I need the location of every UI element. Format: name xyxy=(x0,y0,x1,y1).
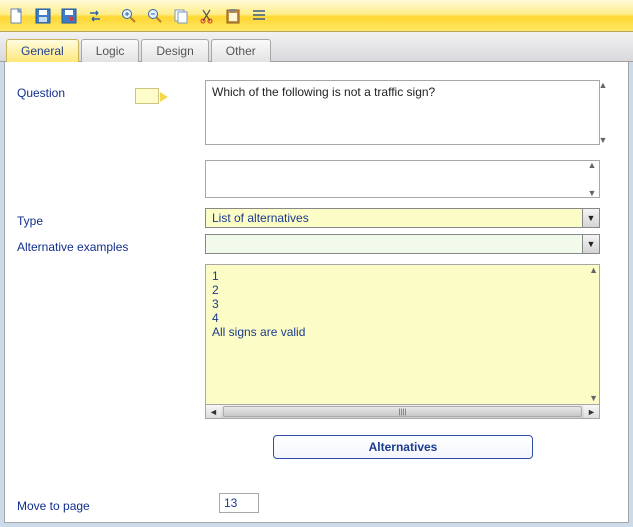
hscroll-thumb[interactable] xyxy=(223,406,582,417)
question-scroll-down-icon[interactable]: ▼ xyxy=(596,136,610,144)
swap-icon[interactable] xyxy=(84,5,106,27)
tab-logic[interactable]: Logic xyxy=(81,39,140,62)
tab-general[interactable]: General xyxy=(6,39,79,62)
alternatives-textarea[interactable]: 1 2 3 4 All signs are valid xyxy=(205,264,600,404)
alt-hscrollbar[interactable]: ◄ ► xyxy=(205,404,600,419)
hscroll-right-icon[interactable]: ► xyxy=(584,405,599,418)
alt-examples-row: Alternative examples ▼ 1 2 3 4 All signs… xyxy=(5,234,628,459)
hscroll-left-icon[interactable]: ◄ xyxy=(206,405,221,418)
toolbar xyxy=(0,0,633,32)
tabstrip: General Logic Design Other xyxy=(0,32,633,62)
new-icon[interactable] xyxy=(6,5,28,27)
type-value: List of alternatives xyxy=(212,211,309,225)
tab-design[interactable]: Design xyxy=(141,39,208,62)
list-icon[interactable] xyxy=(248,5,270,27)
export-icon[interactable] xyxy=(58,5,80,27)
move-to-page-row: Move to page xyxy=(5,493,628,513)
alt-examples-label: Alternative examples xyxy=(5,234,205,254)
move-to-page-label: Move to page xyxy=(5,493,205,513)
alt-examples-combobox[interactable]: ▼ xyxy=(205,234,600,254)
type-row: Type List of alternatives ▼ xyxy=(5,208,628,228)
alternatives-button[interactable]: Alternatives xyxy=(273,435,533,459)
type-label: Type xyxy=(5,208,205,228)
tab-other[interactable]: Other xyxy=(211,39,271,62)
question-flag-icon[interactable] xyxy=(135,88,159,104)
subtext-scroll-down-icon[interactable]: ▼ xyxy=(585,189,599,197)
type-combobox[interactable]: List of alternatives ▼ xyxy=(205,208,600,228)
question-scroll-up-icon[interactable]: ▲ xyxy=(596,81,610,89)
alt-scroll-down-icon[interactable]: ▼ xyxy=(589,394,598,402)
alternatives-area: 1 2 3 4 All signs are valid ▲ ▼ ◄ ► xyxy=(205,264,600,419)
type-dropdown-icon[interactable]: ▼ xyxy=(582,209,599,227)
general-pane: Question ▲ ▼ ▲ ▼ Type xyxy=(4,62,629,523)
question-subtext-box[interactable]: ▲ ▼ xyxy=(205,160,600,198)
zoom-out-icon[interactable] xyxy=(144,5,166,27)
paste-icon[interactable] xyxy=(222,5,244,27)
cut-icon[interactable] xyxy=(196,5,218,27)
question-row: Question ▲ ▼ ▲ ▼ xyxy=(5,80,628,198)
question-textarea[interactable] xyxy=(205,80,600,145)
alt-examples-dropdown-icon[interactable]: ▼ xyxy=(582,235,599,253)
page-number-input[interactable] xyxy=(219,493,259,513)
subtext-scroll-up-icon[interactable]: ▲ xyxy=(585,161,599,169)
question-label-col: Question xyxy=(5,80,205,104)
copy-icon[interactable] xyxy=(170,5,192,27)
zoom-in-icon[interactable] xyxy=(118,5,140,27)
alt-scroll-up-icon[interactable]: ▲ xyxy=(589,266,598,274)
question-label: Question xyxy=(17,86,65,100)
save-icon[interactable] xyxy=(32,5,54,27)
